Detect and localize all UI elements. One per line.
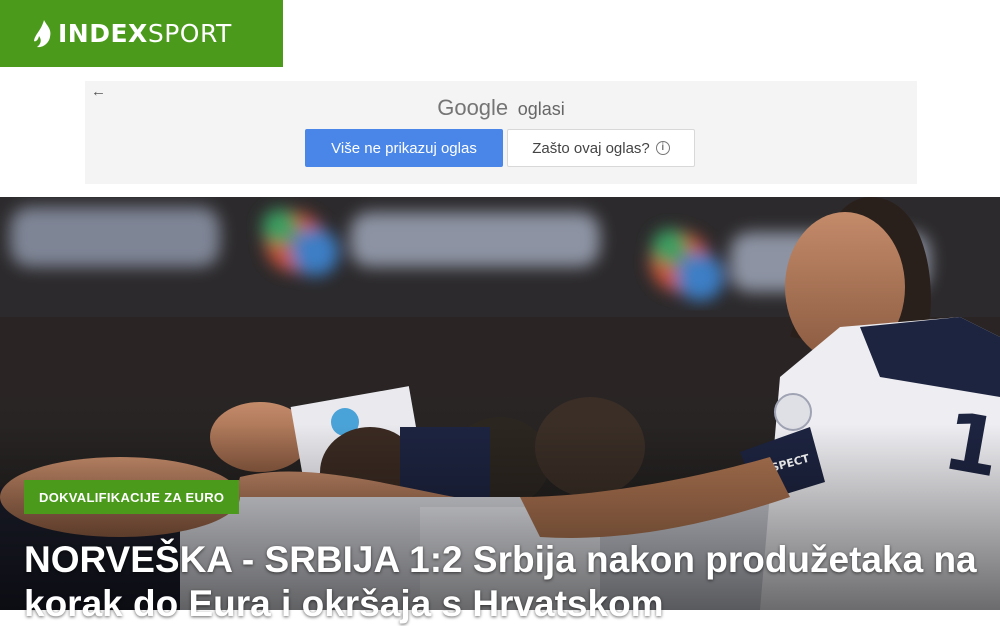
article-headline[interactable]: NORVEŠKA - SRBIJA 1:2 Srbija nakon produ… xyxy=(24,538,984,626)
flame-icon xyxy=(34,19,51,47)
logo-text-index: INDEX xyxy=(58,19,148,48)
article-category-tag[interactable]: DOKVALIFIKACIJE ZA EURO xyxy=(24,480,240,514)
ad-title-brand: Google xyxy=(437,95,509,120)
why-this-ad-button[interactable]: Zašto ovaj oglas? i xyxy=(507,129,695,167)
site-logo[interactable]: INDEX SPORT xyxy=(0,0,283,67)
ad-title: Google oglasi xyxy=(85,95,917,121)
info-icon: i xyxy=(655,141,670,155)
ad-feedback-panel: ← Google oglasi Više ne prikazuj oglas Z… xyxy=(85,81,917,184)
category-label: DOKVALIFIKACIJE ZA EURO xyxy=(39,489,225,505)
hide-ad-button[interactable]: Više ne prikazuj oglas xyxy=(305,129,503,167)
logo-text-sport: SPORT xyxy=(147,19,232,48)
why-this-ad-button-label: Zašto ovaj oglas? xyxy=(532,139,650,157)
ad-title-word: oglasi xyxy=(517,99,565,119)
hide-ad-button-label: Više ne prikazuj oglas xyxy=(331,139,477,157)
